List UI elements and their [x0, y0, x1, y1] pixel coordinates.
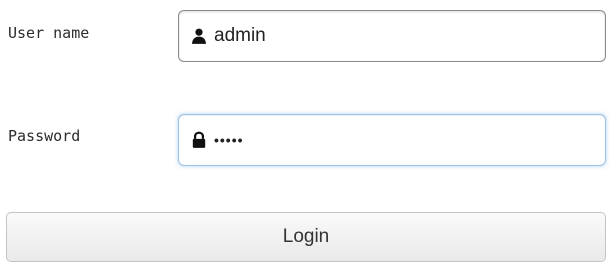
login-form: User name admin Password ••••• Login	[0, 0, 612, 267]
username-label: User name	[8, 24, 90, 42]
password-field[interactable]: •••••	[178, 114, 606, 166]
username-value: admin	[214, 25, 266, 46]
password-value: •••••	[214, 132, 244, 148]
lock-icon	[192, 131, 206, 148]
user-icon	[192, 28, 206, 44]
username-field[interactable]: admin	[178, 10, 606, 62]
password-label: Password	[8, 127, 81, 145]
login-button[interactable]: Login	[6, 212, 606, 262]
